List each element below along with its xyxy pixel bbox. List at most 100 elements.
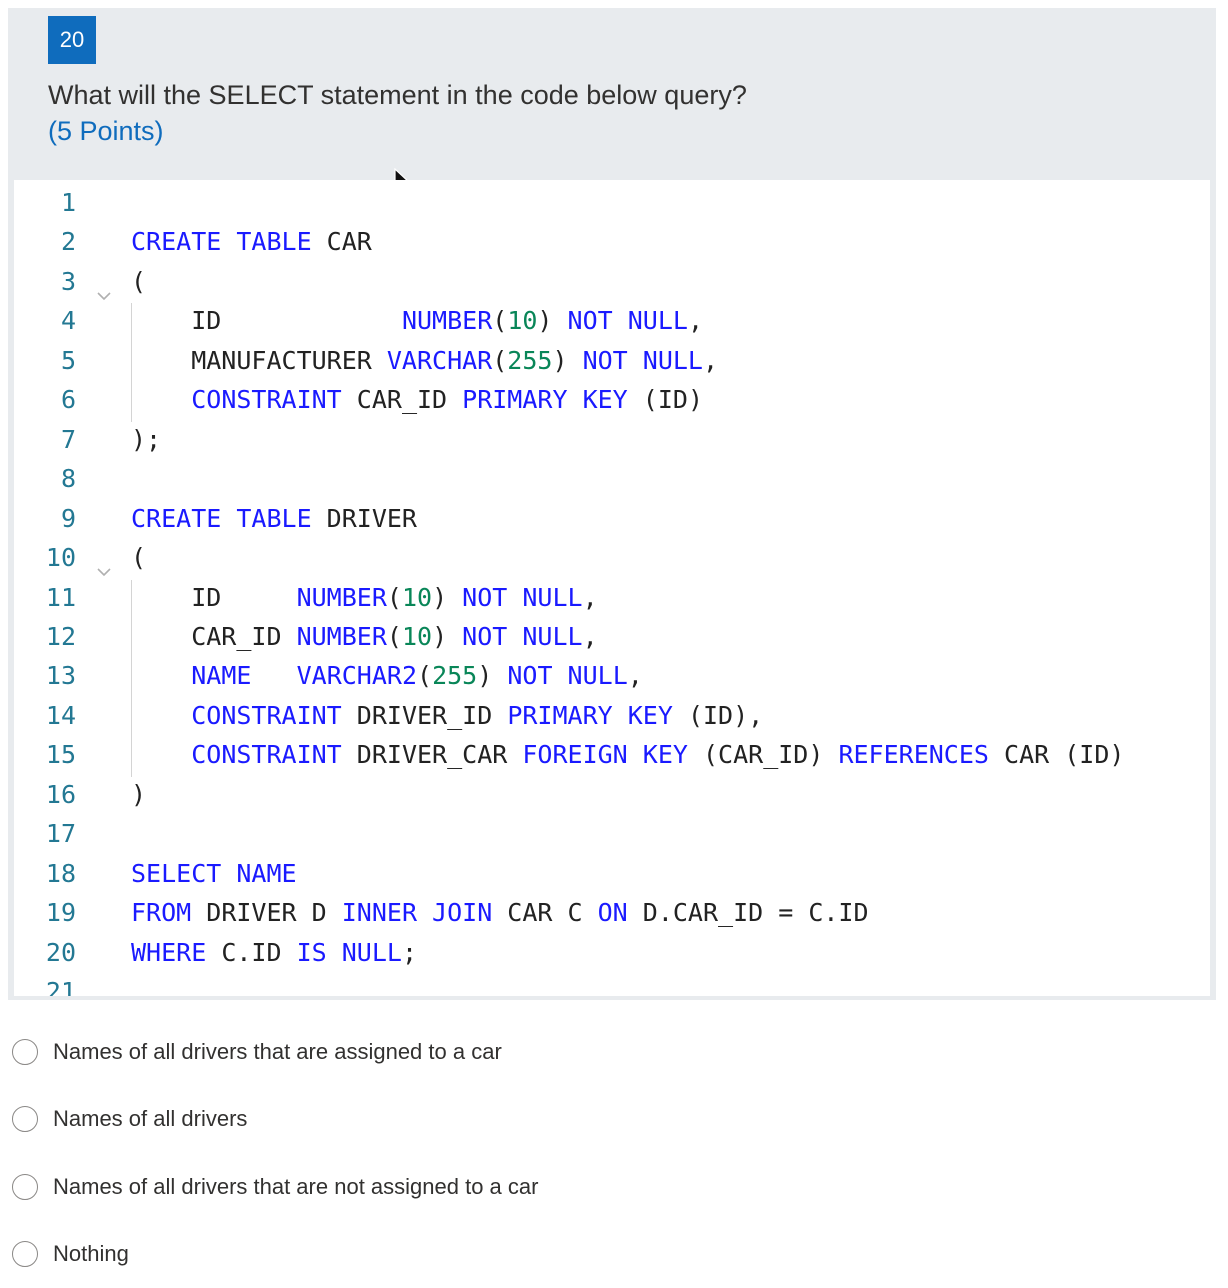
line-number: 20 bbox=[45, 937, 76, 967]
code-text: NAME VARCHAR2(255) NOT NULL, bbox=[131, 656, 643, 695]
code-token: ( bbox=[386, 621, 402, 651]
keyword-token: NOT NULL bbox=[462, 621, 583, 651]
code-line: 13 NAME VARCHAR2(255) NOT NULL, bbox=[14, 656, 1210, 695]
option-label: Nothing bbox=[53, 1241, 129, 1266]
line-number: 17 bbox=[45, 819, 76, 849]
code-text: CAR_ID NUMBER(10) NOT NULL, bbox=[131, 617, 598, 656]
keyword-token: NAME bbox=[191, 661, 252, 691]
code-text: CREATE TABLE CAR bbox=[131, 222, 372, 261]
code-line: 2 CREATE TABLE CAR bbox=[14, 222, 1210, 261]
code-text: CREATE TABLE DRIVER bbox=[131, 499, 417, 538]
radio-button-icon[interactable] bbox=[12, 1241, 38, 1267]
keyword-token: ON bbox=[597, 898, 628, 928]
code-line: 1 bbox=[14, 183, 1210, 222]
radio-button-icon[interactable] bbox=[12, 1039, 38, 1065]
code-token: ); bbox=[131, 424, 162, 454]
code-token: ID bbox=[131, 306, 402, 336]
code-token: ( bbox=[492, 345, 508, 375]
code-token: (CAR_ID) bbox=[687, 740, 839, 770]
keyword-token: IS NULL bbox=[296, 937, 402, 967]
code-token: ) bbox=[552, 345, 583, 375]
fold-chevron-icon[interactable] bbox=[96, 274, 112, 301]
code-token: , bbox=[582, 621, 598, 651]
code-text: CONSTRAINT DRIVER_CAR FOREIGN KEY (CAR_I… bbox=[131, 735, 1124, 774]
radio-button-icon[interactable] bbox=[12, 1106, 38, 1132]
code-token: (ID), bbox=[672, 700, 764, 730]
code-token: ) bbox=[131, 779, 147, 809]
line-number: 1 bbox=[60, 188, 76, 217]
keyword-token: CREATE TABLE bbox=[131, 503, 312, 533]
number-token: 255 bbox=[432, 661, 478, 691]
code-line: 9 CREATE TABLE DRIVER bbox=[14, 499, 1210, 538]
number-token: 10 bbox=[401, 582, 433, 612]
keyword-token: VARCHAR bbox=[386, 345, 493, 375]
line-number: 15 bbox=[45, 740, 76, 770]
code-line: 14 CONSTRAINT DRIVER_ID PRIMARY KEY (ID)… bbox=[14, 696, 1210, 735]
code-text: ); bbox=[131, 420, 161, 459]
indent-guide bbox=[131, 303, 132, 422]
line-number: 18 bbox=[45, 858, 76, 888]
code-text: CONSTRAINT DRIVER_ID PRIMARY KEY (ID), bbox=[131, 696, 763, 735]
code-text: CONSTRAINT CAR_ID PRIMARY KEY (ID) bbox=[131, 380, 703, 419]
code-line: 19 FROM DRIVER D INNER JOIN CAR C ON D.CA… bbox=[14, 893, 1210, 932]
code-token: DRIVER bbox=[311, 503, 417, 533]
keyword-token: INNER JOIN bbox=[341, 898, 493, 928]
keyword-token: NOT NULL bbox=[582, 345, 703, 375]
line-number: 8 bbox=[60, 464, 76, 494]
keyword-token: FOREIGN KEY bbox=[522, 740, 688, 770]
line-number: 12 bbox=[45, 621, 76, 651]
line-number: 10 bbox=[45, 543, 76, 573]
question-number-badge: 20 bbox=[48, 16, 96, 64]
code-token: CAR C bbox=[492, 898, 598, 928]
keyword-token: SELECT NAME bbox=[131, 858, 297, 888]
question-title: What will the SELECT statement in the co… bbox=[48, 80, 747, 110]
code-token: CAR (ID) bbox=[988, 740, 1125, 770]
keyword-token: CONSTRAINT bbox=[191, 385, 342, 415]
code-line: 18 SELECT NAME bbox=[14, 854, 1210, 893]
keyword-token: REFERENCES bbox=[838, 740, 989, 770]
option-3[interactable]: Names of all drivers that are not assign… bbox=[12, 1167, 812, 1207]
option-1[interactable]: Names of all drivers that are assigned t… bbox=[12, 1032, 812, 1072]
keyword-token: CONSTRAINT bbox=[191, 700, 342, 730]
line-number: 16 bbox=[45, 779, 76, 809]
code-token: ( bbox=[131, 543, 147, 573]
code-line: 6 CONSTRAINT CAR_ID PRIMARY KEY (ID) bbox=[14, 380, 1210, 419]
keyword-token: PRIMARY KEY bbox=[507, 700, 673, 730]
keyword-token: VARCHAR2 bbox=[296, 661, 418, 691]
code-text: ) bbox=[131, 775, 146, 814]
code-line: 3( bbox=[14, 262, 1210, 301]
code-line: 10 ( bbox=[14, 538, 1210, 577]
radio-button-icon[interactable] bbox=[12, 1174, 38, 1200]
code-text: MANUFACTURER VARCHAR(255) NOT NULL, bbox=[131, 341, 718, 380]
code-text: ( bbox=[131, 538, 146, 577]
number-token: 10 bbox=[401, 621, 433, 651]
line-number: 7 bbox=[60, 424, 76, 454]
code-token: DRIVER_ID bbox=[341, 700, 508, 730]
code-token: , bbox=[582, 582, 598, 612]
code-token: ID bbox=[131, 582, 297, 612]
code-token: DRIVER D bbox=[191, 898, 342, 928]
keyword-token: FROM bbox=[131, 898, 192, 928]
option-label: Names of all drivers that are assigned t… bbox=[53, 1039, 502, 1064]
code-token: CAR_ID bbox=[131, 621, 297, 651]
line-number: 9 bbox=[60, 503, 76, 533]
keyword-token: CREATE TABLE bbox=[131, 227, 312, 257]
code-line: 17 bbox=[14, 814, 1210, 853]
code-token: ( bbox=[492, 306, 508, 336]
keyword-token: NOT NULL bbox=[507, 661, 628, 691]
code-token: ( bbox=[417, 661, 433, 691]
option-4[interactable]: Nothing bbox=[12, 1234, 812, 1274]
line-number: 2 bbox=[60, 227, 76, 257]
fold-chevron-icon[interactable] bbox=[96, 550, 112, 577]
code-token: ) bbox=[477, 661, 508, 691]
code-text: WHERE C.ID IS NULL; bbox=[131, 933, 417, 972]
line-number: 6 bbox=[60, 385, 76, 415]
code-text: FROM DRIVER D INNER JOIN CAR C ON D.CAR_… bbox=[131, 893, 869, 932]
keyword-token: NUMBER bbox=[401, 306, 493, 336]
code-line: 20 WHERE C.ID IS NULL; bbox=[14, 933, 1210, 972]
option-2[interactable]: Names of all drivers bbox=[12, 1099, 812, 1139]
